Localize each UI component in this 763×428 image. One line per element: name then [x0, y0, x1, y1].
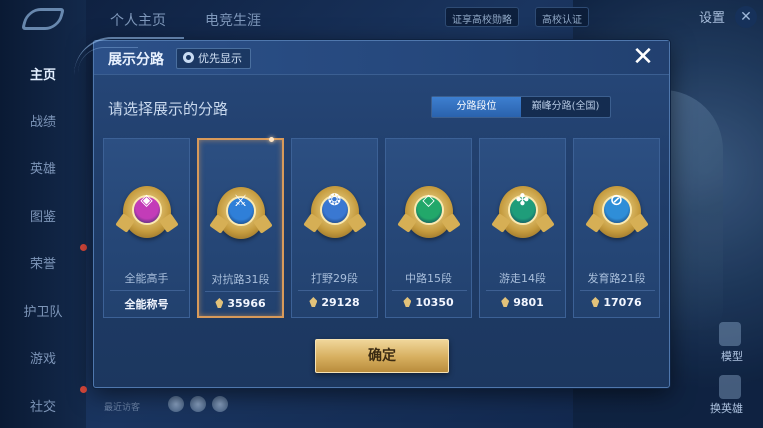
nav-item-guard[interactable]: 护卫队 — [0, 301, 86, 320]
gear-icon — [183, 52, 194, 63]
lane-title: 全能称号 — [124, 298, 169, 311]
change-hero-icon[interactable] — [719, 375, 741, 399]
dialog-title: 展示分路 — [108, 52, 164, 68]
dialog-header: 展示分路 优先显示 ✕ — [74, 37, 669, 75]
lane-mode-toggle: 分路段位 巅峰分路(全国) — [431, 96, 611, 118]
lane-cards: ◈ 全能高手 全能称号 ⚔ 对抗路31段 35966 ❂ 打野29段 29128… — [103, 137, 662, 318]
toggle-lane-rank[interactable]: 分路段位 — [432, 97, 521, 117]
divider — [580, 290, 655, 291]
select-prompt: 请选择展示的分路 — [108, 100, 229, 118]
lane-score: 35966 — [199, 297, 282, 310]
lane-score: 10350 — [386, 296, 471, 309]
lane-label: 全能高手 — [124, 272, 169, 285]
lane-score: 9801 — [480, 296, 565, 309]
nav-item-games[interactable]: 游戏 — [0, 348, 86, 367]
close-icon[interactable]: ✕ — [629, 43, 657, 71]
score-icon — [591, 297, 600, 307]
lane-label: 打野29段 — [311, 272, 358, 285]
close-icon[interactable]: ✕ — [735, 6, 757, 28]
score-icon — [403, 297, 412, 307]
model-label[interactable]: 模型 — [721, 348, 743, 364]
divider — [486, 290, 561, 291]
avatar[interactable] — [168, 396, 184, 412]
display-lane-dialog: 展示分路 优先显示 ✕ 请选择展示的分路 分路段位 巅峰分路(全国) ◈ 全能高… — [74, 37, 670, 388]
campus-feature-label[interactable]: 证享高校勋略 — [445, 7, 519, 27]
nav-item-atlas[interactable]: 图鉴 — [0, 206, 86, 225]
lane-card-selected[interactable]: ⚔ 对抗路31段 35966 — [197, 137, 284, 318]
roam-emblem-icon: ✤ — [490, 186, 555, 238]
campus-auth-button[interactable]: 高校认证 — [535, 7, 589, 27]
avatar[interactable] — [212, 396, 228, 412]
toggle-peak-lane[interactable]: 巅峰分路(全国) — [521, 97, 610, 117]
selection-spark-icon — [269, 137, 274, 142]
score-icon — [309, 297, 318, 307]
left-nav: 主页 战绩 英雄 图鉴 荣誉 护卫队 游戏 社交 — [0, 0, 87, 428]
divider — [392, 290, 467, 291]
clash-lane-emblem-icon: ⚔ — [208, 187, 273, 239]
change-hero-label[interactable]: 换英雄 — [710, 400, 743, 416]
model-icon[interactable] — [719, 322, 741, 346]
confirm-button[interactable]: 确定 — [315, 339, 449, 373]
recent-visitors-label: 最近访客 — [104, 403, 141, 413]
back-icon[interactable] — [21, 8, 65, 30]
all-rounder-emblem-icon: ◈ — [114, 186, 179, 238]
lane-card[interactable]: ◇ 中路15段 10350 — [385, 138, 472, 318]
lane-card[interactable]: ✤ 游走14段 9801 — [479, 138, 566, 318]
lane-score: 29128 — [292, 296, 377, 309]
nav-item-honor[interactable]: 荣誉 — [0, 253, 86, 272]
mid-lane-emblem-icon: ◇ — [396, 186, 461, 238]
notification-dot — [80, 386, 87, 393]
lane-card[interactable]: ⊘ 发育路21段 17076 — [573, 138, 660, 318]
lane-card[interactable]: ❂ 打野29段 29128 — [291, 138, 378, 318]
divider — [205, 291, 280, 292]
divider — [110, 290, 185, 291]
avatar[interactable] — [190, 396, 206, 412]
nav-item-social[interactable]: 社交 — [0, 396, 86, 415]
lane-label: 中路15段 — [405, 272, 452, 285]
tab-profile[interactable]: 个人主页 — [110, 10, 166, 30]
score-icon — [215, 298, 224, 308]
tab-esports[interactable]: 电竞生涯 — [205, 10, 261, 30]
nav-item-record[interactable]: 战绩 — [0, 111, 86, 130]
farm-lane-emblem-icon: ⊘ — [584, 186, 649, 238]
priority-label: 优先显示 — [198, 52, 242, 65]
divider — [298, 290, 373, 291]
lane-label: 发育路21段 — [587, 272, 646, 285]
settings-button[interactable]: 设置 — [699, 7, 725, 26]
nav-item-heroes[interactable]: 英雄 — [0, 158, 86, 177]
notification-dot — [80, 244, 87, 251]
priority-display-button[interactable]: 优先显示 — [176, 48, 251, 69]
lane-label: 对抗路31段 — [211, 273, 270, 286]
lane-score: 17076 — [574, 296, 659, 309]
score-icon — [501, 297, 510, 307]
jungle-emblem-icon: ❂ — [302, 186, 367, 238]
lane-card[interactable]: ◈ 全能高手 全能称号 — [103, 138, 190, 318]
lane-label: 游走14段 — [499, 272, 546, 285]
